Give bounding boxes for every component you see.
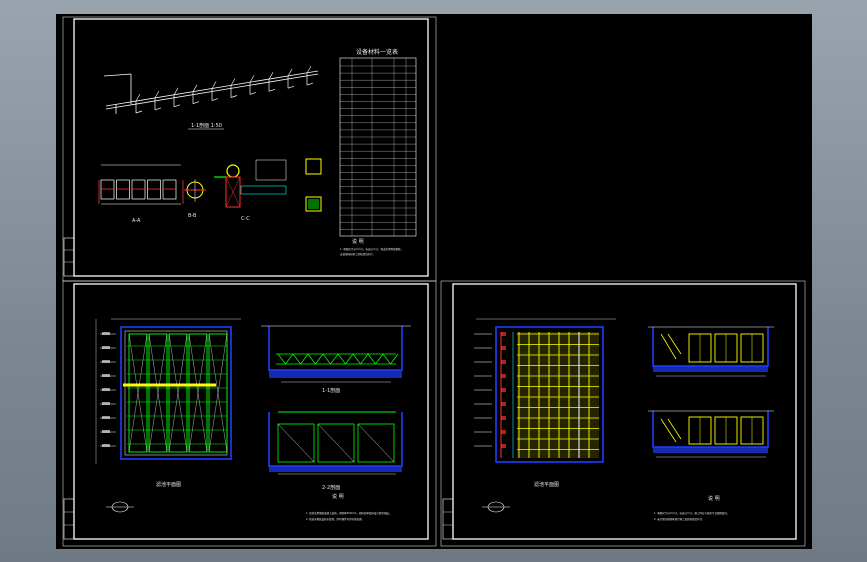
plan-right-label: 滤池平面图 — [534, 481, 559, 488]
valve-mark — [501, 360, 506, 364]
valve-mark — [501, 346, 506, 350]
plan-brace — [168, 333, 188, 453]
valve-mark — [501, 430, 506, 434]
dim-label-mark — [102, 416, 110, 419]
sheet-left-note-title: 说 明 — [332, 493, 344, 500]
truss-member — [277, 353, 294, 365]
truss-member — [322, 353, 339, 365]
dim-label-mark — [102, 332, 110, 335]
pipe-isometric — [103, 65, 319, 114]
filter-cell — [100, 179, 115, 200]
sheet-top-title-block — [63, 237, 75, 277]
plan-brace — [128, 333, 148, 453]
pipe-branch — [249, 92, 257, 95]
section-1-view — [261, 325, 411, 383]
sheet-left-note-2: 2. 管道穿墙处设防水套管，所有钢件均作防腐处理。 — [306, 517, 364, 521]
dim-label-mark — [102, 444, 110, 447]
truss-member — [382, 353, 399, 365]
pipe-branch — [173, 104, 181, 108]
sheet-top-note-1: 1. 本图尺寸以mm计，标高以m计，管道采用焊接钢管， — [340, 247, 403, 251]
sheet-top-note-2: 安装按国标施工验收规范执行。 — [340, 252, 375, 256]
pipe-branch — [135, 110, 143, 114]
filter-cell — [131, 179, 146, 200]
section-a-drawing — [98, 164, 184, 205]
truss-member — [367, 353, 384, 365]
valve-mark — [501, 388, 506, 392]
pipe-branch — [287, 85, 295, 89]
pipe-branch — [154, 107, 162, 111]
north-arrow-right — [482, 501, 510, 513]
filter-cell — [147, 179, 161, 200]
equipment-table: 设备材料一览表 — [339, 48, 417, 237]
truss-member — [352, 353, 369, 365]
sheet-left: 滤池平面图 1-1剖面 2-2剖面 说 明 1. 滤池采用钢筋混凝土结构，池壁厚… — [62, 280, 437, 547]
pipe-branch — [211, 98, 219, 101]
north-arrow-left — [106, 501, 134, 513]
section-b-right-view — [648, 410, 774, 458]
sheet-right-note-1: 1. 本图尺寸以mm计，标高以m计，施工时应与相关专业图纸配合， — [654, 511, 730, 515]
dim-label-mark — [102, 430, 110, 433]
truss-member — [307, 353, 324, 365]
bay-brace — [317, 423, 355, 463]
pipe-branch — [306, 82, 314, 86]
dim-label-mark — [102, 402, 110, 405]
sheet-top: 1-1剖面 1:50 A-A B-B C-C 设备材料一览表 说 明 1. 本图… — [62, 16, 437, 282]
sheet-right: 滤池平面图 说 明 1. 本图尺寸以mm计，标高以m计，施工时应与相关专业图纸配… — [440, 280, 806, 547]
sheet-right-note-title: 说 明 — [708, 495, 720, 502]
bay-brace — [277, 423, 315, 463]
cad-viewport[interactable]: 1-1剖面 1:50 A-A B-B C-C 设备材料一览表 说 明 1. 本图… — [56, 14, 812, 549]
pipe-branch — [230, 95, 238, 98]
valve-mark — [501, 402, 506, 406]
bay-brace — [357, 423, 395, 463]
valve-mark — [501, 332, 506, 336]
valve-mark — [501, 374, 506, 378]
section-c-drawing — [214, 159, 287, 208]
plan-brace — [188, 333, 208, 453]
section-b-drawing — [184, 179, 206, 202]
filter-cell — [116, 179, 130, 200]
stair — [660, 333, 682, 360]
plan-brace — [208, 333, 228, 453]
drawing-canvas: 1-1剖面 1:50 A-A B-B C-C 设备材料一览表 说 明 1. 本图… — [62, 16, 806, 547]
plan-view-left — [95, 318, 241, 464]
dim-label-mark — [102, 374, 110, 377]
sheet-top-frame — [73, 18, 429, 277]
section-2-label: 2-2剖面 — [322, 484, 340, 491]
pipe-section-label: 1-1剖面 1:50 — [191, 122, 222, 129]
truss-member — [292, 353, 309, 365]
section-a-label: A-A — [132, 218, 141, 224]
plan-left-label: 滤池平面图 — [156, 481, 181, 488]
plan-brace — [148, 333, 168, 453]
section-a-right-view — [648, 326, 774, 377]
section-1-label: 1-1剖面 — [322, 387, 340, 394]
section-2-view — [268, 411, 403, 475]
sheet-right-frame — [452, 283, 797, 540]
section-c-label: C-C — [241, 216, 250, 222]
dim-label-mark — [102, 388, 110, 391]
valve-mark — [501, 416, 506, 420]
sheet-left-title-block — [63, 498, 75, 540]
pipe-branch — [192, 101, 200, 105]
stair — [660, 418, 682, 443]
section-b-label: B-B — [188, 213, 197, 219]
valve-mark — [501, 444, 506, 448]
pipe-tick — [173, 87, 179, 95]
pipe-tick — [192, 84, 198, 92]
pipe-tick — [154, 90, 160, 99]
pipe-branch — [268, 88, 276, 92]
cell-boundary — [98, 180, 184, 204]
sheet-right-title-block — [442, 498, 454, 540]
dim-label-mark — [102, 346, 110, 349]
plan-view-right — [474, 318, 616, 463]
pipe-tick — [135, 93, 141, 102]
sheet-left-note-1: 1. 滤池采用钢筋混凝土结构，池壁厚300mm，滤料层厚度按设计要求铺设， — [306, 511, 391, 515]
sheet-top-note-title: 说 明 — [352, 238, 364, 245]
sheet-right-note-2: 2. 未尽事宜按国家现行施工及验收规范执行。 — [654, 517, 705, 521]
equipment-table-title: 设备材料一览表 — [356, 48, 398, 56]
truss-member — [337, 353, 354, 365]
dim-label-mark — [102, 360, 110, 363]
filter-cell — [162, 179, 177, 200]
